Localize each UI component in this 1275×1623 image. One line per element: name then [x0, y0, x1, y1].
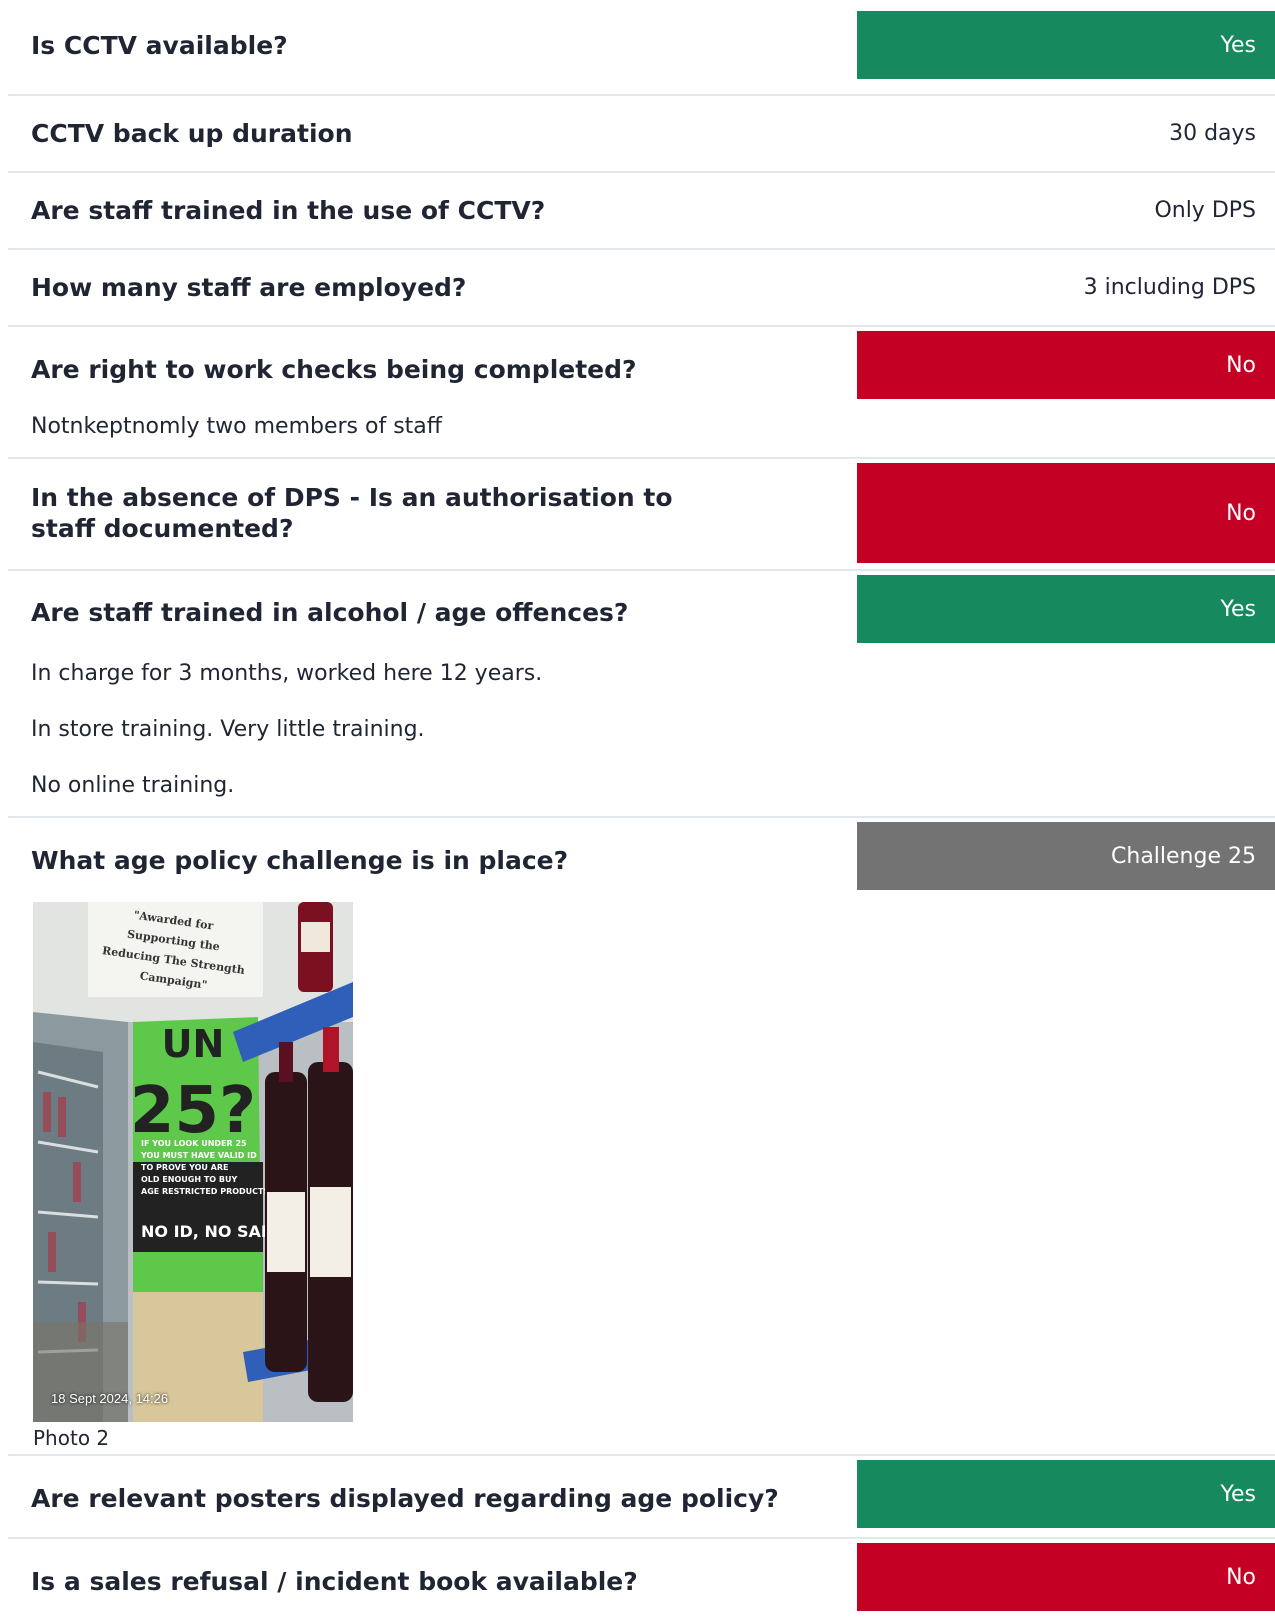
inspection-report: Is CCTV available? Yes CCTV back up dura… — [8, 0, 1275, 1623]
svg-text:AGE RESTRICTED PRODUCTS: AGE RESTRICTED PRODUCTS — [141, 1187, 269, 1196]
question-row: Are staff trained in the use of CCTV? On… — [8, 173, 1275, 250]
question-label: What age policy challenge is in place? — [31, 845, 569, 875]
question-row: How many staff are employed? 3 including… — [8, 250, 1275, 327]
answer-badge: Yes — [857, 1460, 1275, 1528]
answer-badge: No — [857, 463, 1275, 563]
question-row: In the absence of DPS - Is an authorisat… — [8, 463, 1275, 571]
shelf-photo-illustration: "Awarded for Supporting the Reducing The… — [33, 902, 353, 1422]
answer-badge: No — [857, 331, 1275, 399]
svg-text:UN: UN — [162, 1022, 225, 1066]
question-label: How many staff are employed? — [31, 273, 467, 302]
svg-text:25?: 25? — [130, 1074, 256, 1148]
question-label: Are staff trained in the use of CCTV? — [31, 196, 546, 225]
question-row: What age policy challenge is in place? C… — [8, 822, 1275, 1456]
svg-text:YOU MUST HAVE VALID ID: YOU MUST HAVE VALID ID — [140, 1151, 257, 1160]
answer-badge: Challenge 25 — [857, 822, 1275, 890]
answer-badge: Yes — [857, 11, 1275, 79]
photo-attachment: "Awarded for Supporting the Reducing The… — [8, 890, 1275, 1460]
question-row: Are staff trained in alcohol / age offen… — [8, 575, 1275, 818]
answer-badge: Yes — [857, 575, 1275, 643]
question-row: Is CCTV available? Yes — [8, 11, 1275, 96]
question-row: Is a sales refusal / incident book avail… — [8, 1543, 1275, 1623]
photo-timestamp: 18 Sept 2024, 14:26 — [51, 1391, 169, 1406]
age-policy-photo[interactable]: "Awarded for Supporting the Reducing The… — [33, 902, 353, 1422]
question-row: Are right to work checks being completed… — [8, 331, 1275, 459]
question-label: Are right to work checks being completed… — [31, 354, 637, 384]
photo-caption: Photo 2 — [33, 1426, 110, 1450]
svg-text:OLD ENOUGH TO BUY: OLD ENOUGH TO BUY — [141, 1175, 237, 1184]
question-label: Are relevant posters displayed regarding… — [31, 1483, 779, 1513]
inspector-note: In store training. Very little training. — [31, 717, 425, 742]
inspector-note: In charge for 3 months, worked here 12 y… — [31, 661, 543, 686]
svg-text:TO PROVE YOU ARE: TO PROVE YOU ARE — [141, 1163, 229, 1172]
question-label: Is CCTV available? — [31, 30, 288, 60]
inspector-note: Notnkeptnomly two members of staff — [31, 414, 442, 439]
inspector-note: No online training. — [31, 773, 235, 798]
question-label: In the absence of DPS - Is an authorisat… — [31, 483, 673, 543]
question-label: Is a sales refusal / incident book avail… — [31, 1566, 638, 1596]
answer-value: 3 including DPS — [1083, 275, 1256, 300]
question-row: Are relevant posters displayed regarding… — [8, 1460, 1275, 1539]
question-label: CCTV back up duration — [31, 119, 353, 148]
answer-value: 30 days — [1169, 121, 1256, 146]
answer-value: Only DPS — [1154, 198, 1256, 223]
question-row: CCTV back up duration 30 days — [8, 96, 1275, 173]
question-label: Are staff trained in alcohol / age offen… — [31, 597, 629, 627]
svg-text:NO ID, NO SAL: NO ID, NO SAL — [141, 1222, 271, 1241]
answer-badge: No — [857, 1543, 1275, 1611]
svg-text:IF YOU LOOK UNDER 25: IF YOU LOOK UNDER 25 — [141, 1139, 247, 1148]
